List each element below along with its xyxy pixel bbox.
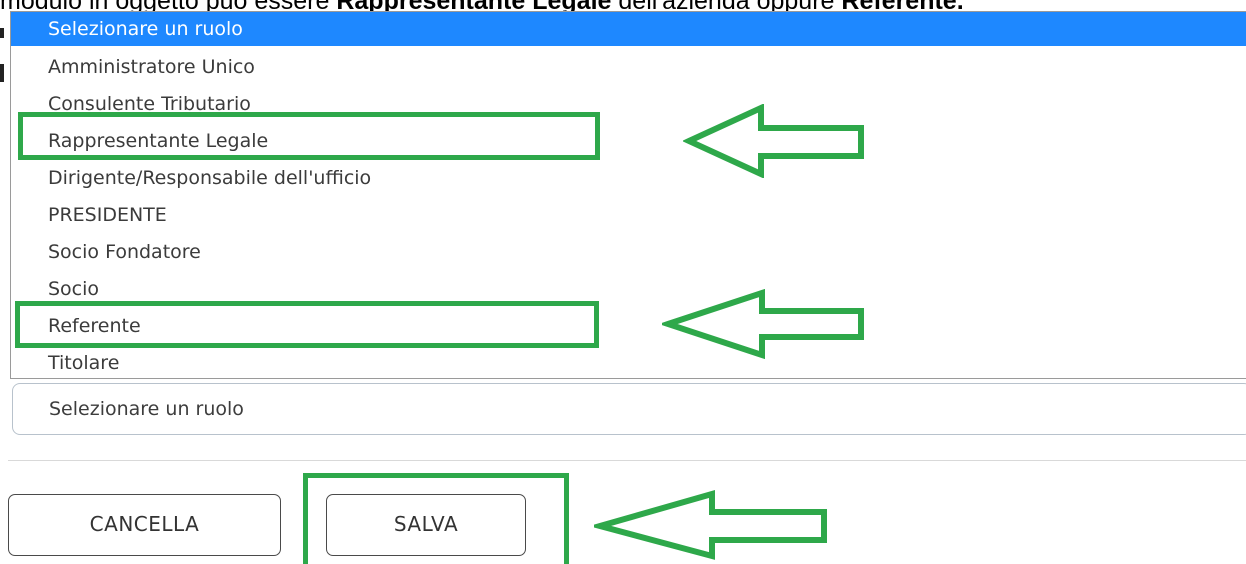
- arrow-left-icon: [683, 104, 864, 178]
- highlight-box-salva: [303, 473, 569, 564]
- page: modulo in oggetto può essere Rappresenta…: [0, 0, 1246, 564]
- dropdown-option-placeholder[interactable]: Selezionare un ruolo: [11, 12, 1246, 46]
- dropdown-option[interactable]: PRESIDENTE: [11, 197, 1246, 234]
- dropdown-option[interactable]: Socio Fondatore: [11, 234, 1246, 271]
- dropdown-option[interactable]: Titolare: [11, 345, 1246, 378]
- highlight-box-referente: [15, 301, 599, 348]
- dropdown-option[interactable]: Amministratore Unico: [11, 49, 1246, 86]
- page-edge-mark: [0, 64, 4, 82]
- arrow-left-icon: [662, 289, 864, 359]
- dropdown-option[interactable]: Dirigente/Responsabile dell'ufficio: [11, 160, 1246, 197]
- highlight-box-rappresentante: [18, 112, 600, 160]
- cancel-button[interactable]: CANCELLA: [8, 494, 281, 556]
- page-edge-mark: [0, 28, 4, 38]
- divider: [8, 460, 1246, 461]
- arrow-left-icon: [594, 490, 827, 560]
- role-select[interactable]: Selezionare un ruolo: [12, 383, 1246, 435]
